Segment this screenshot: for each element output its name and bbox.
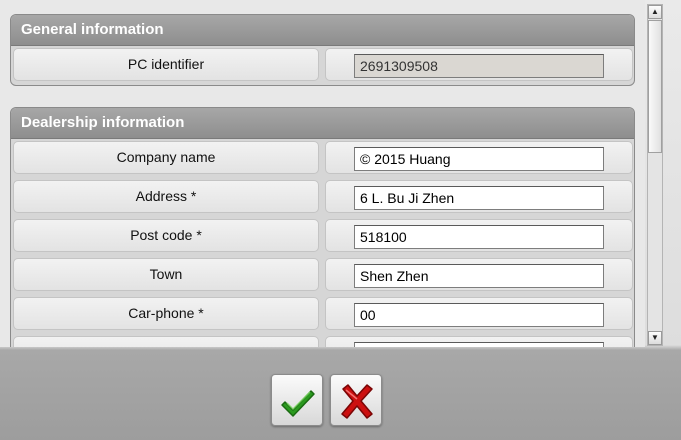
checkmark-icon (281, 390, 315, 417)
address-cell (325, 180, 633, 213)
town-field[interactable] (354, 264, 604, 288)
form-row-partial (11, 334, 634, 347)
scroll-down-button[interactable]: ▼ (648, 331, 662, 345)
partial-row-field[interactable] (354, 342, 604, 347)
close-icon (341, 384, 373, 419)
town-cell (325, 258, 633, 291)
scroll-up-button[interactable]: ▲ (648, 5, 662, 19)
company-name-label: Company name (13, 141, 319, 174)
pc-identifier-field[interactable] (354, 54, 604, 78)
partial-row-label (13, 336, 319, 347)
cancel-button[interactable] (330, 374, 382, 426)
town-label: Town (13, 258, 319, 291)
form-row-pc-identifier: PC identifier (11, 46, 634, 85)
address-field[interactable] (354, 186, 604, 210)
dealership-information-section: Dealership information Company name Addr… (10, 107, 635, 347)
pc-identifier-cell (325, 48, 633, 81)
form-row-post-code: Post code * (11, 217, 634, 256)
post-code-label: Post code * (13, 219, 319, 252)
arrow-down-icon: ▼ (651, 333, 659, 342)
company-name-cell (325, 141, 633, 174)
address-label: Address * (13, 180, 319, 213)
company-name-field[interactable] (354, 147, 604, 171)
pc-identifier-label: PC identifier (13, 48, 319, 81)
section-header-general: General information (11, 15, 634, 46)
post-code-cell (325, 219, 633, 252)
form-row-car-phone: Car-phone * (11, 295, 634, 334)
section-header-dealership: Dealership information (11, 108, 634, 139)
general-information-section: General information PC identifier (10, 14, 635, 86)
form-row-town: Town (11, 256, 634, 295)
car-phone-label: Car-phone * (13, 297, 319, 330)
confirm-button[interactable] (271, 374, 323, 426)
form-row-company-name: Company name (11, 139, 634, 178)
post-code-field[interactable] (354, 225, 604, 249)
form-row-address: Address * (11, 178, 634, 217)
form-scroll-area[interactable]: General information PC identifier Dealer… (0, 0, 645, 347)
scrollbar-thumb[interactable] (648, 20, 662, 153)
car-phone-field[interactable] (354, 303, 604, 327)
vertical-scrollbar[interactable]: ▲ ▼ (647, 4, 663, 346)
arrow-up-icon: ▲ (651, 7, 659, 16)
car-phone-cell (325, 297, 633, 330)
partial-row-cell (325, 336, 633, 347)
